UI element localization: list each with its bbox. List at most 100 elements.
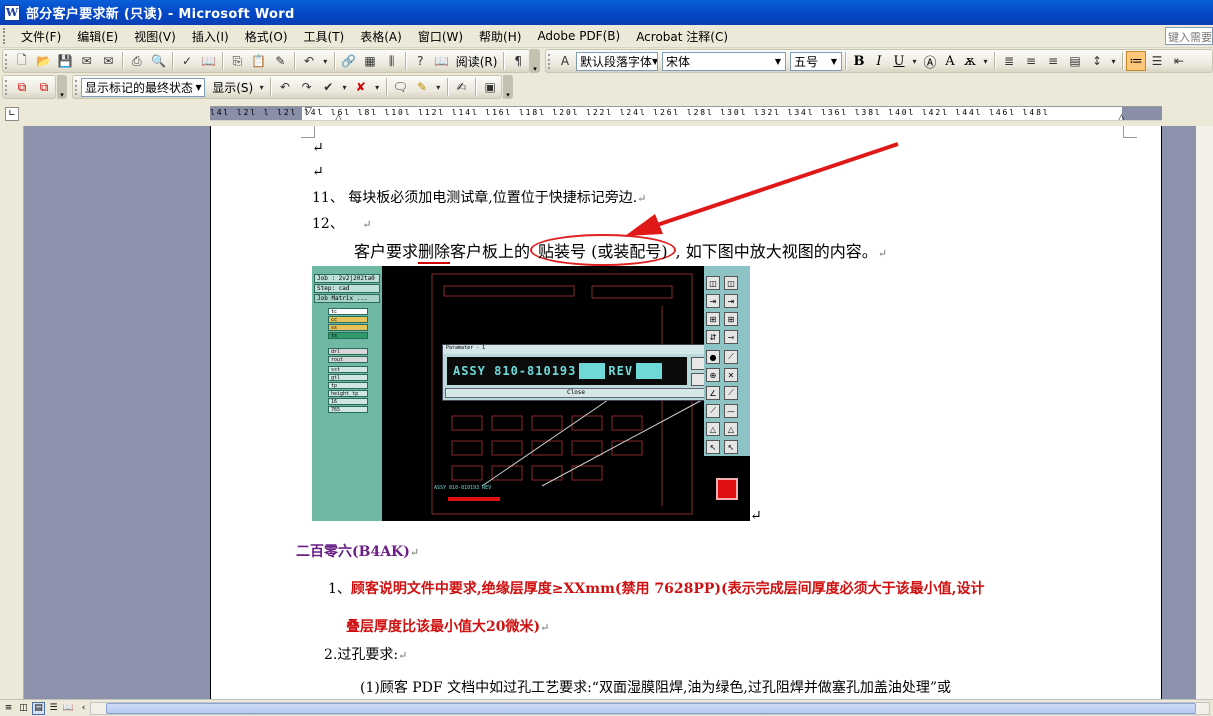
toolbar-separator (1122, 52, 1123, 70)
underline-button[interactable]: U (889, 51, 909, 71)
italic-button[interactable]: I (869, 51, 889, 71)
copy-icon[interactable]: ⎘ (226, 51, 248, 71)
new-document-icon[interactable]: 🗋 (11, 51, 33, 71)
print-layout-icon[interactable]: ▤ (32, 701, 45, 715)
toolbar-options-chevron-icon[interactable]: ▾ (57, 75, 67, 99)
print-preview-icon[interactable]: 🔍 (148, 51, 170, 71)
show-dropdown-icon[interactable]: ▾ (256, 77, 267, 97)
char-scale-dropdown-icon[interactable]: ▾ (980, 51, 991, 71)
permission-icon[interactable]: ✉ (76, 51, 98, 71)
cam-job-matrix-button: Job Matrix ... (314, 294, 380, 303)
underline-dropdown-icon[interactable]: ▾ (909, 51, 920, 71)
email-icon[interactable]: ✉ (97, 51, 119, 71)
reject-dropdown-icon[interactable]: ▾ (372, 77, 383, 97)
decrease-indent-icon[interactable]: ⇤ (1168, 51, 1190, 71)
highlight-icon[interactable]: ✎ (411, 77, 433, 97)
styles-pane-icon[interactable]: A (554, 51, 576, 71)
help-search-input[interactable]: 键入需要 (1165, 27, 1213, 45)
insert-comment-icon[interactable]: 🗨 (389, 77, 411, 97)
toolbar-options-chevron-icon[interactable]: ▾ (503, 75, 513, 99)
accept-dropdown-icon[interactable]: ▾ (339, 77, 350, 97)
vertical-scrollbar[interactable] (1196, 126, 1213, 699)
view-bar: ≡ ◫ ▤ ☰ 📖 ‹ (0, 699, 1213, 716)
horizontal-ruler[interactable]: l4l l2l l l2l l4l l6l l8l l10l l12l l14l… (210, 106, 1162, 121)
numbering-icon[interactable]: ≔ (1126, 51, 1146, 71)
open-folder-icon[interactable]: 📂 (33, 51, 55, 71)
format-painter-icon[interactable]: ✎ (270, 51, 292, 71)
menu-view[interactable]: 视图(V) (126, 26, 184, 47)
track-changes-icon[interactable]: ✍ (451, 77, 473, 97)
web-layout-icon[interactable]: ◫ (17, 702, 30, 715)
font-size-select[interactable]: 五号 ▼ (790, 51, 842, 71)
word-app-icon[interactable]: W (4, 4, 20, 21)
list-item-12-number: 12、 (312, 216, 344, 232)
help-icon[interactable]: ? (409, 51, 431, 71)
bold-button[interactable]: B (849, 51, 869, 71)
menu-format[interactable]: 格式(O) (237, 26, 296, 47)
align-justify-icon[interactable]: ≣ (998, 51, 1020, 71)
menu-file[interactable]: 文件(F) (13, 26, 69, 47)
document-page[interactable]: ↵ ↵ 11、 每块板必须加电测试章,位置位于快捷标记旁边.↵ 12、 ↵ 客户… (210, 126, 1162, 699)
paragraph-mark: ↵ (362, 218, 372, 231)
document-area: ↵ ↵ 11、 每块板必须加电测试章,位置位于快捷标记旁边.↵ 12、 ↵ 客户… (0, 126, 1213, 699)
read-mode-icon[interactable]: 📖 (431, 51, 453, 71)
font-select-value: 宋体 (666, 54, 691, 69)
display-state-select[interactable]: 显示标记的最终状态 ▼ (81, 77, 206, 97)
char-scale-icon[interactable]: ѫ (960, 51, 980, 71)
columns-icon[interactable]: ⫼ (381, 51, 403, 71)
print-icon[interactable]: ⎙ (126, 51, 148, 71)
show-hide-marks-icon[interactable]: ¶ (507, 51, 529, 71)
char-border-icon[interactable]: Ⓐ (920, 51, 940, 71)
toolbar-options-chevron-icon[interactable]: ▾ (530, 49, 540, 73)
normal-view-icon[interactable]: ≡ (2, 702, 15, 715)
line-spacing-icon[interactable]: ↕ (1086, 51, 1108, 71)
spelling-icon[interactable]: ✓ (176, 51, 198, 71)
hanging-indent-marker-icon[interactable]: △ (335, 113, 342, 120)
accept-change-icon[interactable]: ✔ (317, 77, 339, 97)
align-center-icon[interactable]: ≡ (1020, 51, 1042, 71)
menu-acrobat-comments[interactable]: Acrobat 注释(C) (628, 26, 736, 47)
list-item-1-number: 1、 (328, 581, 351, 597)
distributed-align-icon[interactable]: ▤ (1064, 51, 1086, 71)
undo-dropdown-icon[interactable]: ▾ (320, 51, 331, 71)
undo-icon[interactable]: ↶ (298, 51, 320, 71)
horizontal-scrollbar[interactable] (90, 702, 1210, 715)
reviewing-pane-icon[interactable]: ▣ (479, 77, 501, 97)
outline-view-icon[interactable]: ☰ (47, 702, 60, 715)
style-select[interactable]: 默认段落字体 ▼ (576, 51, 658, 71)
show-menu-button[interactable]: 显示(S) (209, 79, 256, 96)
menu-tools[interactable]: 工具(T) (296, 26, 353, 47)
research-icon[interactable]: 📖 (198, 51, 220, 71)
convert-to-pdf-icon[interactable]: ⧉ (11, 77, 33, 97)
menu-table[interactable]: 表格(A) (352, 26, 410, 47)
first-line-indent-marker-icon[interactable]: ▽ (305, 107, 312, 116)
right-indent-marker-icon[interactable]: △ (1118, 113, 1125, 120)
read-mode-button[interactable]: 阅读(R) (453, 53, 501, 70)
insert-table-icon[interactable]: ▦ (359, 51, 381, 71)
arrow-shaft (638, 142, 899, 233)
menu-window[interactable]: 窗口(W) (410, 26, 471, 47)
previous-change-icon[interactable]: ↶ (274, 77, 296, 97)
bullets-icon[interactable]: ☰ (1146, 51, 1168, 71)
align-right-icon[interactable]: ≡ (1042, 51, 1064, 71)
save-icon[interactable]: 💾 (54, 51, 76, 71)
menu-adobe-pdf[interactable]: Adobe PDF(B) (529, 27, 628, 45)
hyperlink-icon[interactable]: 🔗 (338, 51, 360, 71)
menu-insert[interactable]: 插入(I) (184, 26, 237, 47)
horizontal-scroll-thumb[interactable] (106, 703, 1196, 714)
font-select[interactable]: 宋体 ▼ (662, 51, 786, 71)
paste-icon[interactable]: 📋 (248, 51, 270, 71)
highlight-dropdown-icon[interactable]: ▾ (433, 77, 444, 97)
pdf-email-icon[interactable]: ⧉ (33, 77, 55, 97)
menu-grip-handle[interactable] (3, 28, 9, 44)
tab-selector-icon[interactable]: ∟ (5, 107, 19, 121)
reading-layout-icon[interactable]: 📖 (62, 702, 75, 715)
reject-change-icon[interactable]: ✘ (350, 77, 372, 97)
next-change-icon[interactable]: ↷ (296, 77, 318, 97)
menu-help[interactable]: 帮助(H) (471, 26, 529, 47)
scroll-left-icon[interactable]: ‹ (77, 702, 90, 715)
char-shading-icon[interactable]: A (940, 51, 960, 71)
menu-edit[interactable]: 编辑(E) (69, 26, 126, 47)
embedded-cam-screenshot[interactable]: Job : 2v2j202ta0 Step: cad Job Matrix ..… (312, 266, 750, 521)
line-spacing-dropdown-icon[interactable]: ▾ (1108, 51, 1119, 71)
